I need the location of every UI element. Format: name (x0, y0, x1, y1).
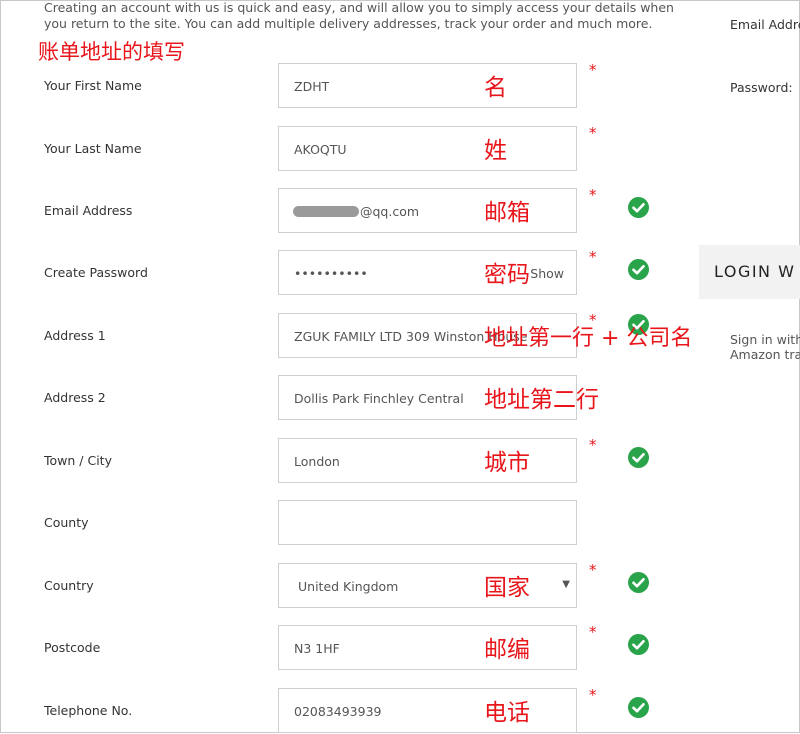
last-name-input[interactable]: AKOQTU (278, 126, 577, 171)
postcode-row: Postcode N3 1HF 邮编 * (0, 623, 800, 671)
last-name-label: Your Last Name (44, 141, 142, 156)
required-mark: * (589, 623, 597, 641)
country-value: United Kingdom (298, 579, 399, 594)
country-annotation: 国家 (484, 575, 530, 601)
password-value: •••••••••• (294, 266, 368, 281)
telephone-annotation: 电话 (484, 700, 530, 726)
county-input[interactable] (278, 500, 577, 545)
city-value: London (294, 454, 340, 469)
postcode-value: N3 1HF (294, 641, 340, 656)
first-name-input[interactable]: ZDHT (278, 63, 577, 108)
address2-value: Dollis Park Finchley Central (294, 391, 464, 406)
check-circle-icon (628, 197, 649, 218)
email-row: Email Address @qq.com 邮箱 * (0, 186, 800, 234)
check-circle-icon (628, 572, 649, 593)
postcode-annotation: 邮编 (484, 637, 530, 663)
required-mark: * (589, 61, 597, 79)
postcode-input[interactable]: N3 1HF (278, 625, 577, 670)
email-annotation: 邮箱 (484, 200, 530, 226)
page-frame (0, 0, 800, 733)
first-name-value: ZDHT (294, 79, 330, 94)
billing-annotation: 账单地址的填写 (38, 40, 185, 64)
required-mark: * (589, 124, 597, 142)
telephone-row: Telephone No. 02083493939 电话 * (0, 686, 800, 734)
address1-label: Address 1 (44, 328, 106, 343)
city-row: Town / City London 城市 * (0, 436, 800, 484)
last-name-value: AKOQTU (294, 142, 347, 157)
county-label: County (44, 515, 89, 530)
address1-row: Address 1 ZGUK FAMILY LTD 309 Winston Ho… (0, 311, 800, 359)
telephone-input[interactable]: 02083493939 (278, 688, 577, 733)
country-row: Country United Kingdom ▼ 国家 * (0, 561, 800, 609)
last-name-annotation: 姓 (484, 138, 507, 164)
check-circle-icon (628, 634, 649, 655)
required-mark: * (589, 248, 597, 266)
password-input[interactable]: •••••••••• Show (278, 250, 577, 295)
first-name-annotation: 名 (484, 75, 507, 101)
password-label: Create Password (44, 265, 148, 280)
signin-line-1: Sign in with (730, 332, 800, 347)
county-row: County (0, 500, 800, 546)
redaction-mark (293, 206, 359, 217)
address2-annotation: 地址第二行 (484, 387, 599, 413)
email-input[interactable]: @qq.com (278, 188, 577, 233)
telephone-label: Telephone No. (44, 703, 133, 718)
country-label: Country (44, 578, 94, 593)
telephone-value: 02083493939 (294, 704, 382, 719)
check-circle-icon (628, 697, 649, 718)
required-mark: * (589, 436, 597, 454)
email-value: @qq.com (360, 204, 420, 219)
city-annotation: 城市 (484, 450, 530, 476)
first-name-label: Your First Name (44, 78, 142, 93)
address2-row: Address 2 Dollis Park Finchley Central 地… (0, 375, 800, 421)
required-mark: * (589, 686, 597, 704)
signin-line-2: Amazon tra (730, 347, 800, 362)
check-circle-icon (628, 259, 649, 280)
password-row: Create Password •••••••••• Show 密码 * (0, 248, 800, 296)
login-email-label: Email Addre (730, 17, 800, 32)
amazon-signin-text: Sign in with Amazon tra (730, 332, 800, 362)
address1-annotation: 地址第一行 + 公司名 (484, 326, 693, 351)
postcode-label: Postcode (44, 640, 101, 655)
intro-line-1: Creating an account with us is quick and… (44, 0, 674, 15)
password-annotation: 密码 (484, 262, 530, 288)
required-mark: * (589, 186, 597, 204)
login-password-label: Password: (730, 80, 793, 95)
login-with-amazon-button[interactable]: LOGIN W (699, 245, 800, 299)
address2-label: Address 2 (44, 390, 106, 405)
intro-line-2: you return to the site. You can add mult… (44, 16, 653, 31)
caret-down-icon: ▼ (562, 579, 570, 590)
city-label: Town / City (44, 453, 112, 468)
email-label: Email Address (44, 203, 133, 218)
show-password-button[interactable]: Show (530, 266, 564, 281)
first-name-row: Your First Name ZDHT 名 * (0, 61, 800, 109)
country-select[interactable]: United Kingdom ▼ (278, 563, 577, 608)
city-input[interactable]: London (278, 438, 577, 483)
login-button-label: LOGIN W (714, 262, 796, 281)
check-circle-icon (628, 447, 649, 468)
required-mark: * (589, 561, 597, 579)
last-name-row: Your Last Name AKOQTU 姓 * (0, 124, 800, 172)
